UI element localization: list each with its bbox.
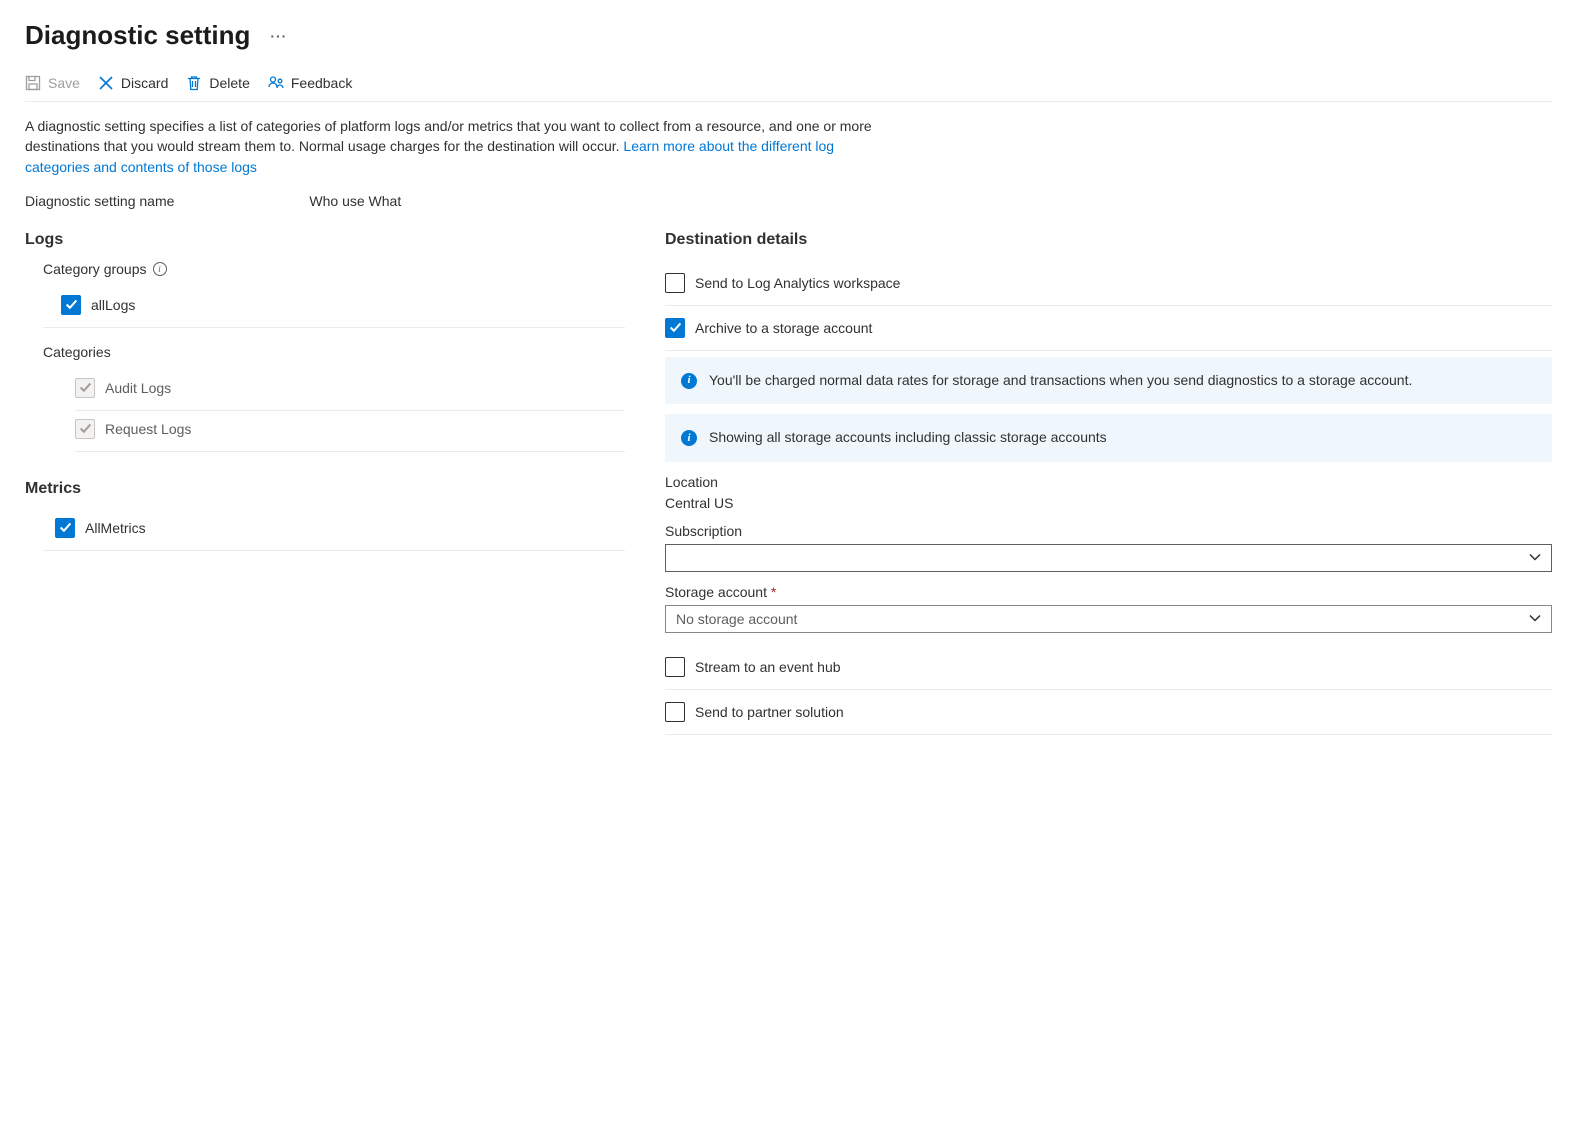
subscription-select[interactable] [665, 544, 1552, 572]
checkbox-event-hub[interactable] [665, 657, 685, 677]
metrics-heading: Metrics [25, 480, 625, 498]
info-icon: i [681, 373, 697, 389]
delete-label: Delete [209, 75, 249, 91]
info-storage-charges: i You'll be charged normal data rates fo… [665, 357, 1552, 405]
info-icon[interactable]: i [153, 262, 167, 276]
info-all-storage: i Showing all storage accounts including… [665, 414, 1552, 462]
divider [43, 550, 625, 551]
log-analytics-label: Send to Log Analytics workspace [695, 275, 900, 291]
checkbox-log-analytics[interactable] [665, 273, 685, 293]
chevron-down-icon [1529, 611, 1541, 627]
categories-label: Categories [43, 344, 111, 360]
event-hub-label: Stream to an event hub [695, 659, 841, 675]
alllogs-label: allLogs [91, 297, 135, 313]
divider [75, 451, 625, 452]
feedback-button[interactable]: Feedback [268, 75, 352, 91]
request-logs-label: Request Logs [105, 421, 191, 437]
diagnostic-name-label: Diagnostic setting name [25, 193, 174, 209]
save-icon [25, 75, 41, 91]
subscription-label: Subscription [665, 523, 1552, 539]
toolbar: Save Discard Delete Feedback [25, 69, 1552, 102]
category-groups-label: Category groups [43, 261, 147, 277]
feedback-icon [268, 75, 284, 91]
delete-button[interactable]: Delete [186, 75, 249, 91]
divider [665, 350, 1552, 351]
page-title: Diagnostic setting [25, 20, 250, 51]
checkbox-partner[interactable] [665, 702, 685, 722]
checkbox-archive-storage[interactable] [665, 318, 685, 338]
location-label: Location [665, 474, 1552, 490]
info-icon: i [681, 430, 697, 446]
chevron-down-icon [1529, 550, 1541, 566]
audit-logs-label: Audit Logs [105, 380, 171, 396]
more-icon[interactable]: ··· [270, 28, 287, 44]
storage-account-select[interactable]: No storage account [665, 605, 1552, 633]
destinations-heading: Destination details [665, 231, 1552, 249]
checkbox-request-logs [75, 419, 95, 439]
discard-icon [98, 75, 114, 91]
archive-storage-label: Archive to a storage account [695, 320, 872, 336]
allmetrics-label: AllMetrics [85, 520, 146, 536]
location-value: Central US [665, 495, 1552, 511]
divider [665, 734, 1552, 735]
diagnostic-name-value[interactable]: Who use What [309, 193, 401, 209]
save-label: Save [48, 75, 80, 91]
divider [43, 327, 625, 328]
description-text: A diagnostic setting specifies a list of… [25, 116, 895, 177]
checkbox-allmetrics[interactable] [55, 518, 75, 538]
checkbox-alllogs[interactable] [61, 295, 81, 315]
delete-icon [186, 75, 202, 91]
discard-label: Discard [121, 75, 168, 91]
partner-label: Send to partner solution [695, 704, 844, 720]
storage-account-label: Storage account * [665, 584, 1552, 600]
feedback-label: Feedback [291, 75, 352, 91]
logs-heading: Logs [25, 231, 625, 249]
checkbox-audit-logs [75, 378, 95, 398]
save-button: Save [25, 75, 80, 91]
discard-button[interactable]: Discard [98, 75, 168, 91]
